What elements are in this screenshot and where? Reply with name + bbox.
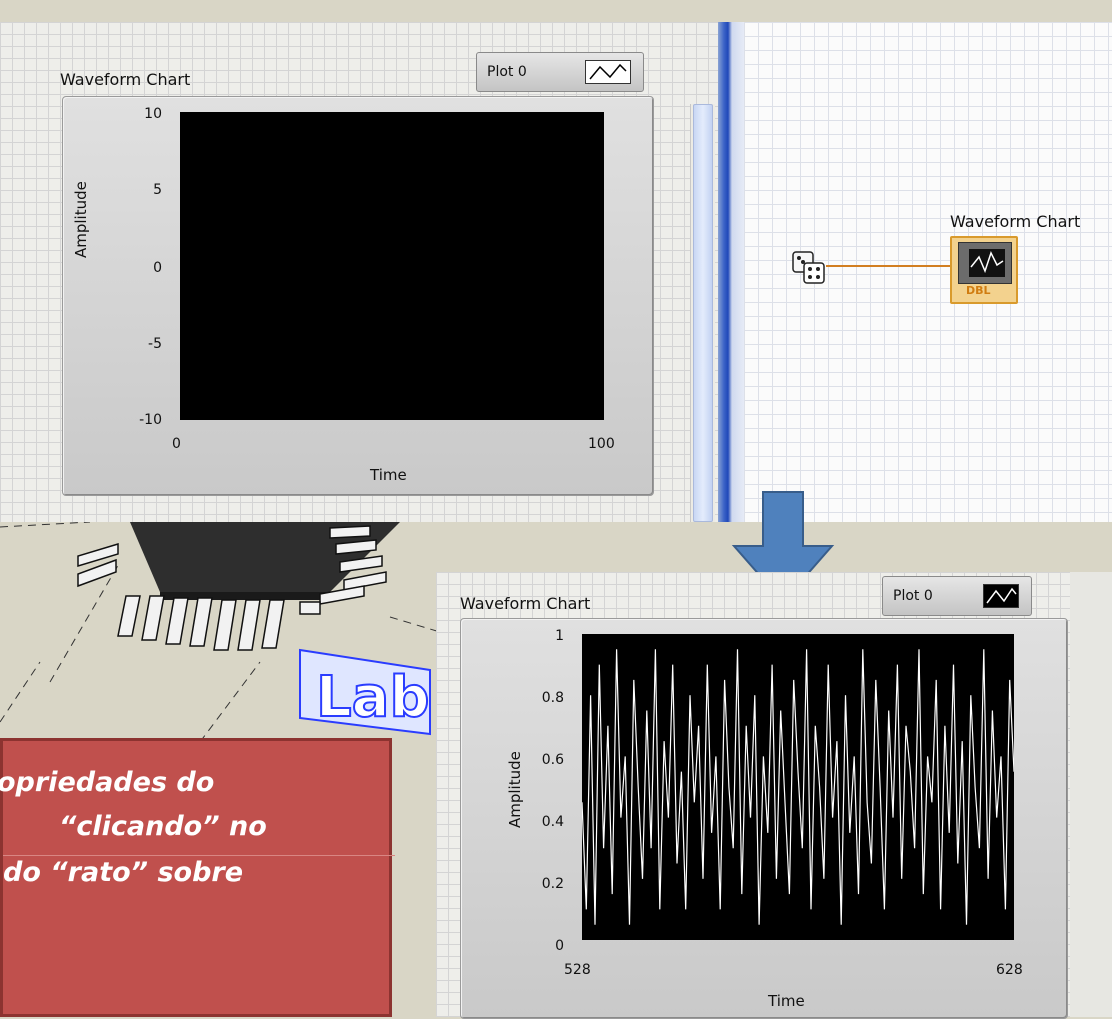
callout-line-3: do “rato” sobre xyxy=(3,857,244,888)
front-panel-chart-label: Waveform Chart xyxy=(60,70,191,89)
wire-dbl[interactable] xyxy=(826,265,952,267)
plot-line-style-icon xyxy=(983,584,1019,608)
result-x-tick: 528 xyxy=(564,962,591,978)
plot-legend-label: Plot 0 xyxy=(893,588,933,604)
window-divider xyxy=(718,22,744,522)
random-number-node[interactable] xyxy=(790,250,828,286)
front-panel-y-axis-label: Amplitude xyxy=(72,181,90,258)
svg-text:Lab: Lab xyxy=(316,665,430,730)
front-panel-x-axis-label: Time xyxy=(370,466,407,484)
result-plot-legend[interactable]: Plot 0 xyxy=(882,576,1032,616)
result-y-tick: 0 xyxy=(555,938,564,954)
result-x-axis-label: Time xyxy=(768,992,805,1010)
result-x-tick: 628 xyxy=(996,962,1023,978)
result-y-tick: 0.2 xyxy=(541,876,564,892)
result-plot-area[interactable] xyxy=(582,634,1014,940)
callout-line-1: opriedades do xyxy=(0,767,215,798)
result-chart-label: Waveform Chart xyxy=(460,594,591,613)
result-y-tick: 0.4 xyxy=(541,814,564,830)
block-diagram-terminal-label: Waveform Chart xyxy=(950,212,1081,231)
result-chart-right-edge xyxy=(1070,572,1112,1017)
front-x-tick: 100 xyxy=(588,436,615,452)
front-y-tick: 0 xyxy=(153,260,162,276)
result-y-tick: 0.6 xyxy=(541,752,564,768)
plot-line-style-icon xyxy=(585,60,631,84)
front-panel-plot-legend[interactable]: Plot 0 xyxy=(476,52,644,92)
scrollbar-thumb[interactable] xyxy=(693,104,713,522)
front-y-tick: 5 xyxy=(153,182,162,198)
callout-box: opriedades do “clicando” no do “rato” so… xyxy=(0,738,395,1017)
dice-icon xyxy=(792,251,825,284)
plot-legend-label: Plot 0 xyxy=(487,64,527,80)
callout-divider xyxy=(3,855,395,856)
front-x-tick: 0 xyxy=(172,436,181,452)
plot-background xyxy=(582,634,1014,940)
result-y-tick: 0.8 xyxy=(541,690,564,706)
chart-terminal-icon xyxy=(958,242,1012,284)
chip-3d-graphic: Lab xyxy=(0,522,440,743)
front-y-tick: -5 xyxy=(148,336,162,352)
front-y-tick: 10 xyxy=(144,106,162,122)
terminal-type-label: DBL xyxy=(966,284,991,297)
callout-line-2: “clicando” no xyxy=(59,811,267,842)
lab-3d-logo: Lab xyxy=(299,648,431,736)
waveform-chart-terminal[interactable]: DBL xyxy=(950,236,1018,304)
front-panel-plot-area[interactable] xyxy=(180,112,604,420)
result-y-tick: 1 xyxy=(555,628,564,644)
front-panel-scrollbar[interactable] xyxy=(690,104,715,522)
front-y-tick: -10 xyxy=(139,412,162,428)
